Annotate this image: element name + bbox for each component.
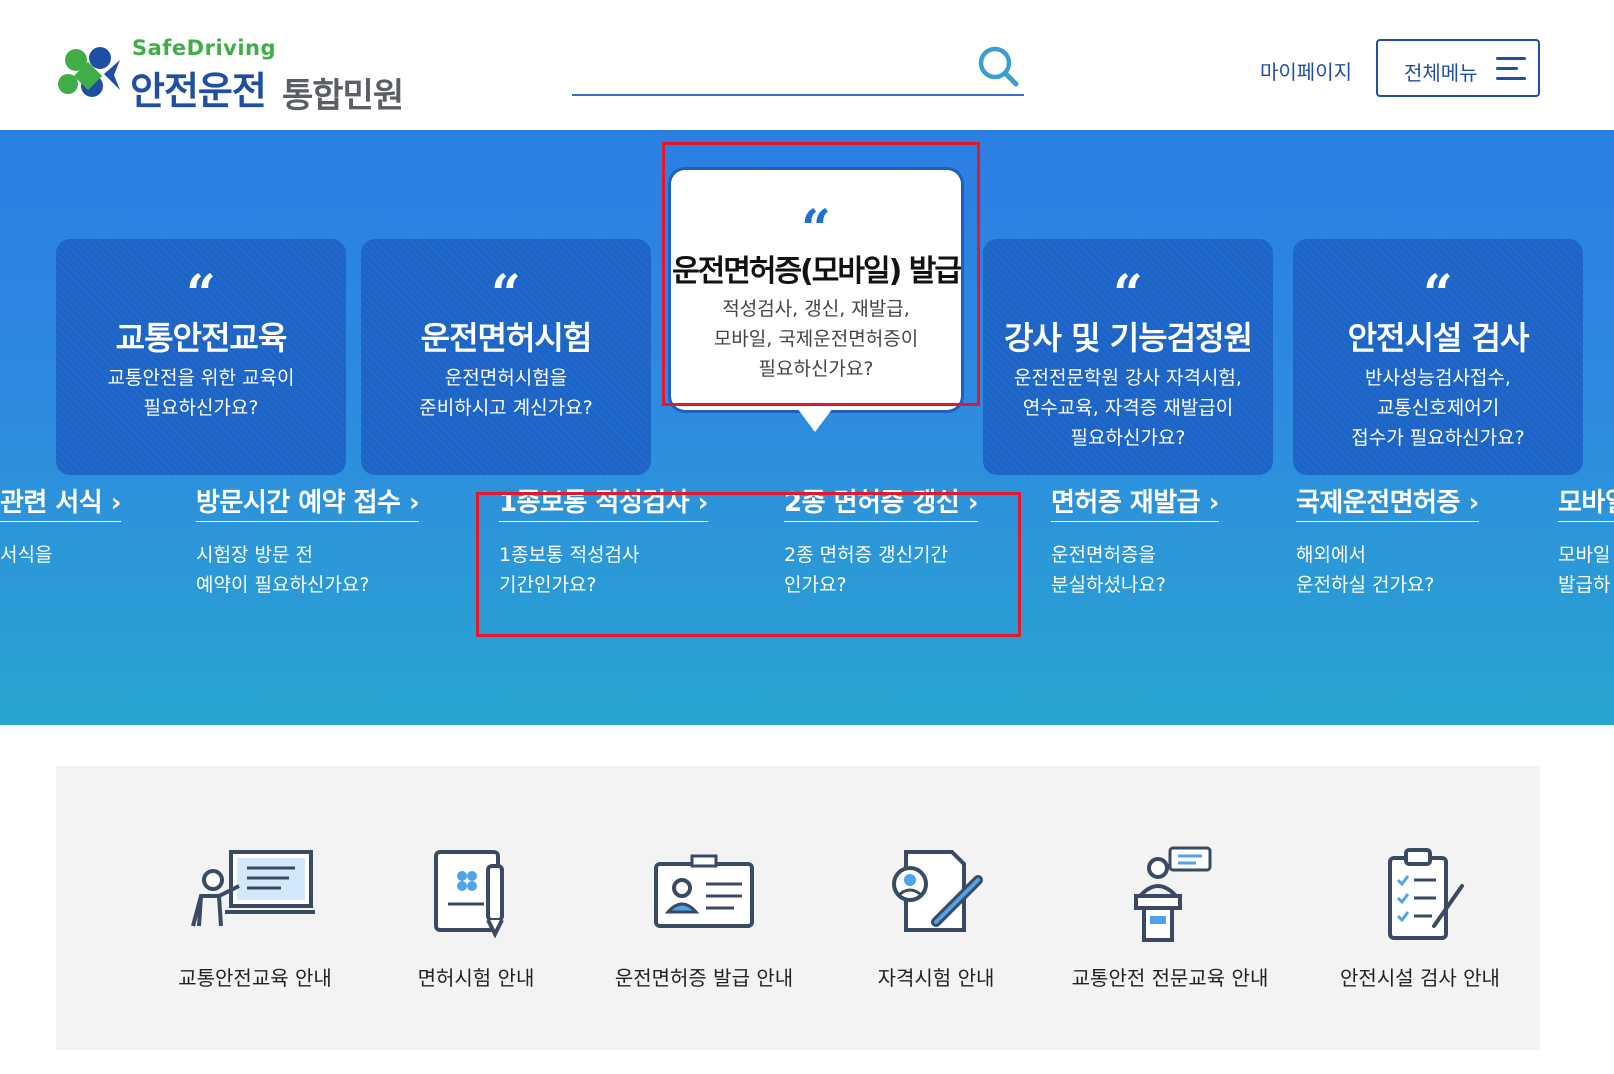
exam-paper-pencil-icon	[434, 850, 504, 939]
hamburger-icon	[1496, 57, 1526, 81]
service-professional-education[interactable]: 교통안전 전문교육 안내	[1060, 846, 1280, 1006]
service-traffic-education[interactable]: 교통안전교육 안내	[145, 846, 365, 1006]
checklist-clipboard-icon	[1388, 848, 1464, 940]
service-license-exam[interactable]: 면허시험 안내	[366, 846, 586, 1006]
sub-item-forms[interactable]: 관련 서식 › 서식을	[0, 482, 122, 570]
highlight-box-active-card	[662, 142, 980, 406]
quote-icon: “	[186, 264, 216, 325]
site-header: SafeDriving 안전운전 통합민원 마이페이지 전체메뉴	[0, 0, 1614, 130]
sub-item-license-reissue[interactable]: 면허증 재발급 › 운전면허증을 분실하셨나요?	[1051, 482, 1219, 600]
service-guide-panel: 교통안전교육 안내 면허시험 안내 운전면허증 발급 안내 자격시험 안내 교통…	[56, 766, 1540, 1050]
card-driving-license-exam[interactable]: “ 운전면허시험 운전면허시험을 준비하시고 계신가요?	[361, 239, 651, 475]
sub-item-title[interactable]: 면허증 재발급 ›	[1051, 482, 1219, 522]
sub-item-description: 모바일 발급하	[1558, 544, 1611, 596]
card-instructor-examiner[interactable]: “ 강사 및 기능검정원 운전전문학원 강사 자격시험, 연수교육, 자격증 재…	[983, 239, 1273, 475]
sub-item-title[interactable]: 국제운전면허증 ›	[1296, 482, 1479, 522]
logo-korean-main: 안전운전	[130, 69, 267, 113]
sub-item-international-license[interactable]: 국제운전면허증 › 해외에서 운전하실 건가요?	[1296, 482, 1479, 600]
quote-icon: “	[491, 264, 521, 325]
sub-item-visit-reservation[interactable]: 방문시간 예약 접수 › 시험장 방문 전 예약이 필요하신가요?	[196, 482, 420, 600]
highlight-box-sub-items	[476, 492, 1021, 637]
service-facility-inspection[interactable]: 안전시설 검사 안내	[1310, 846, 1530, 1006]
search-bar	[572, 40, 1024, 96]
card-title: 강사 및 기능검정원	[1004, 319, 1253, 357]
sub-item-description: 운전면허증을 분실하셨나요?	[1051, 544, 1166, 596]
hero-section: “ 교통안전교육 교통안전을 위한 교육이 필요하신가요? “ 운전면허시험 운…	[0, 130, 1614, 725]
service-label: 운전면허증 발급 안내	[614, 966, 794, 990]
speaker-podium-icon	[1134, 846, 1212, 942]
card-title: 운전면허시험	[420, 319, 593, 357]
quote-icon: “	[1423, 264, 1453, 325]
sub-item-description: 시험장 방문 전 예약이 필요하신가요?	[196, 544, 370, 596]
card-traffic-safety-education[interactable]: “ 교통안전교육 교통안전을 위한 교육이 필요하신가요?	[56, 239, 346, 475]
sub-item-description: 해외에서 운전하실 건가요?	[1296, 544, 1435, 596]
logo-korean-sub: 통합민원	[282, 76, 404, 116]
card-description: 운전전문학원 강사 자격시험, 연수교육, 자격증 재발급이 필요하신가요?	[1014, 367, 1242, 449]
logo-english-text: SafeDriving	[132, 36, 277, 60]
service-label: 자격시험 안내	[877, 966, 995, 990]
sub-item-mobile[interactable]: 모바일 모바일 발급하	[1558, 482, 1614, 600]
service-label: 면허시험 안내	[417, 966, 535, 990]
service-qualification-exam[interactable]: 자격시험 안내	[826, 846, 1046, 1006]
card-title: 교통안전교육	[115, 319, 288, 357]
sub-item-description: 서식을	[0, 544, 53, 566]
search-icon[interactable]	[976, 44, 1020, 88]
active-card-pointer	[797, 408, 833, 432]
card-description: 교통안전을 위한 교육이 필요하신가요?	[107, 367, 295, 419]
site-logo[interactable]: SafeDriving 안전운전 통합민원	[56, 36, 436, 116]
sub-item-title[interactable]: 관련 서식 ›	[0, 482, 122, 522]
quote-icon: “	[1113, 264, 1143, 325]
id-card-icon	[654, 854, 754, 928]
all-menu-label: 전체메뉴	[1404, 61, 1478, 85]
service-license-issuance[interactable]: 운전면허증 발급 안내	[594, 846, 814, 1006]
service-label: 교통안전교육 안내	[178, 966, 332, 990]
card-safety-facility-inspection[interactable]: “ 안전시설 검사 반사성능검사접수, 교통신호제어기 접수가 필요하신가요?	[1293, 239, 1583, 475]
search-input[interactable]	[572, 46, 962, 90]
sub-item-title[interactable]: 방문시간 예약 접수 ›	[196, 482, 420, 522]
service-label: 교통안전 전문교육 안내	[1071, 966, 1269, 990]
card-description: 반사성능검사접수, 교통신호제어기 접수가 필요하신가요?	[1351, 367, 1525, 449]
sub-item-title[interactable]: 모바일	[1558, 482, 1614, 522]
person-document-pen-icon	[892, 850, 983, 932]
mypage-link[interactable]: 마이페이지	[1260, 56, 1352, 85]
card-description: 운전면허시험을 준비하시고 계신가요?	[419, 367, 593, 419]
service-label: 안전시설 검사 안내	[1340, 966, 1500, 990]
card-title: 안전시설 검사	[1347, 319, 1530, 357]
clover-logo-icon	[58, 47, 120, 97]
lecture-board-icon	[191, 850, 315, 927]
all-menu-button[interactable]: 전체메뉴	[1376, 39, 1540, 97]
